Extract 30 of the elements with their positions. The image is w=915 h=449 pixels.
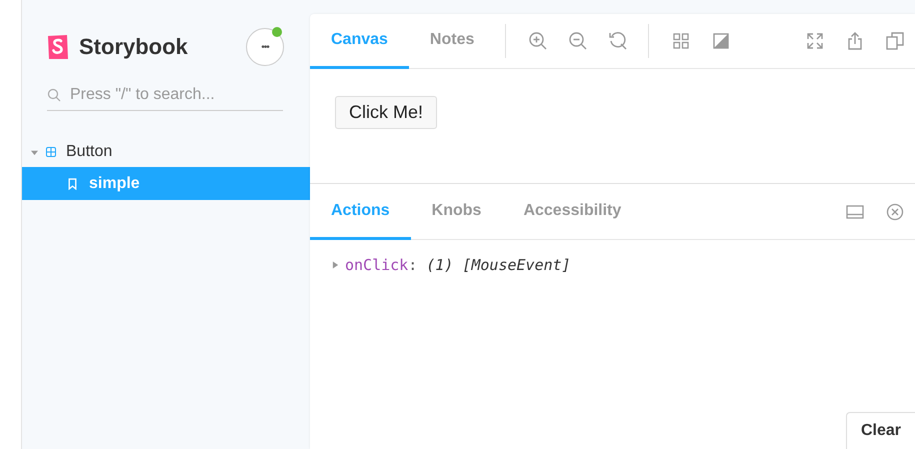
storybook-logo-icon	[47, 34, 69, 60]
action-name: onClick	[345, 256, 408, 274]
bookmark-icon	[68, 178, 77, 190]
action-separator: :	[408, 256, 418, 274]
search-field[interactable]: Press "/" to search...	[70, 86, 270, 104]
expand-arrow-icon[interactable]	[332, 261, 339, 269]
zoom-in-icon[interactable]	[528, 31, 548, 51]
close-icon[interactable]	[885, 202, 905, 222]
clear-button[interactable]: Clear	[846, 412, 915, 449]
fullscreen-icon[interactable]	[805, 31, 825, 51]
click-me-button[interactable]: Click Me!	[335, 96, 438, 129]
caret-icon	[31, 148, 38, 156]
grid-icon	[46, 147, 56, 157]
action-value: [MouseEvent]	[462, 256, 571, 274]
brand-name: Storybook	[79, 34, 189, 60]
tree-item[interactable]: Button	[22, 137, 310, 167]
tab[interactable]: Notes	[408, 14, 496, 68]
copy-icon[interactable]	[885, 31, 905, 51]
search-icon	[47, 88, 61, 102]
tab[interactable]: Canvas	[310, 14, 409, 68]
tab[interactable]: Actions	[310, 184, 411, 240]
tree-item[interactable]: simple	[22, 167, 310, 200]
tab[interactable]: Accessibility	[502, 184, 642, 240]
grid-icon[interactable]	[671, 31, 692, 51]
reset-zoom-icon[interactable]	[608, 31, 628, 51]
action-count: (1)	[426, 256, 454, 274]
tab[interactable]: Knobs	[410, 184, 502, 240]
zoom-out-icon[interactable]	[568, 31, 588, 51]
contrast-icon[interactable]	[711, 31, 732, 51]
menu-button[interactable]: •••	[246, 28, 284, 66]
